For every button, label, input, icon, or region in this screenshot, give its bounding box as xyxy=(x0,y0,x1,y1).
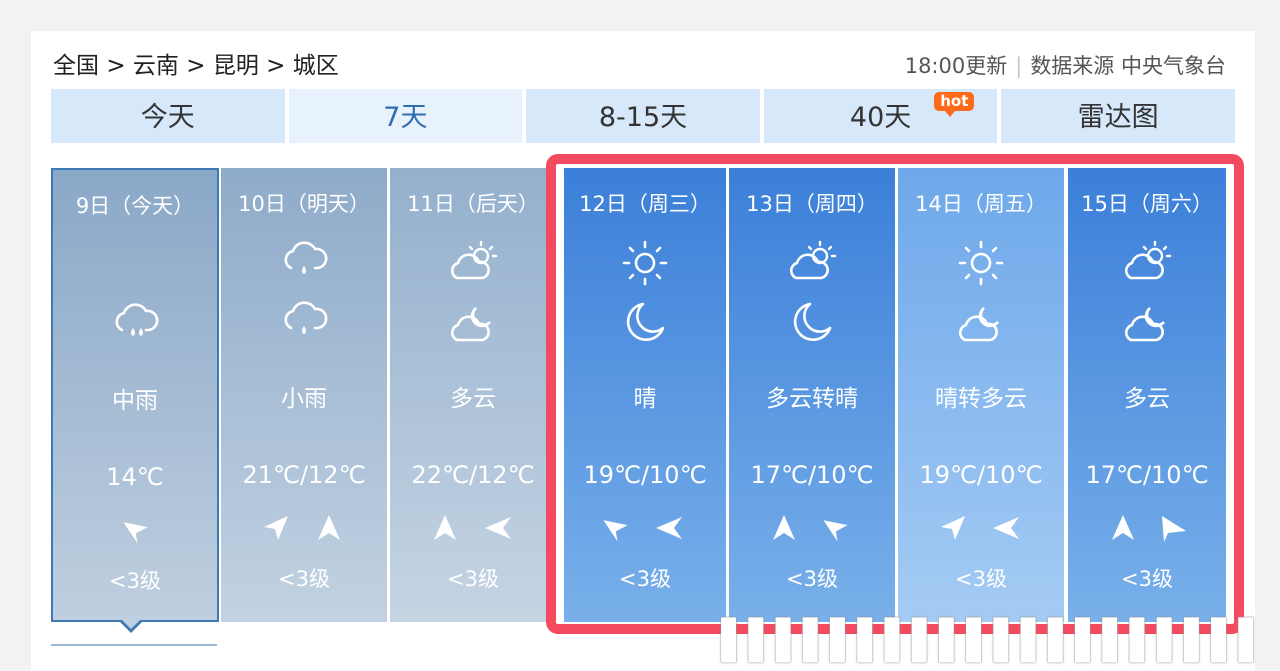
cloudy-moon-icon xyxy=(450,307,491,342)
wind-level: <3级 xyxy=(447,567,499,591)
arrow-up-icon xyxy=(434,515,456,540)
day-condition: 晴 xyxy=(633,386,657,412)
day-card[interactable]: 11日（后天） 多云 22℃/12℃ <3级 xyxy=(390,168,556,622)
breadcrumb-item-country[interactable]: 全国 xyxy=(53,53,99,79)
wind-directions xyxy=(1068,513,1226,543)
cloudy-moon-icon xyxy=(958,307,999,342)
wind-directions xyxy=(729,513,895,543)
tab-today[interactable]: 今天 xyxy=(51,89,285,143)
wind-directions xyxy=(390,513,556,543)
tab-label: 8-15天 xyxy=(598,102,688,133)
breadcrumb-item-province[interactable]: 云南 xyxy=(133,53,179,79)
breadcrumb: 全国 > 云南 > 昆明 > 城区 xyxy=(53,50,339,82)
tab-radar[interactable]: 雷达图 xyxy=(1001,89,1235,143)
arrow-right-icon xyxy=(123,522,148,544)
tab-label: 7天 xyxy=(383,102,428,133)
cloudy-sun-icon xyxy=(450,240,498,280)
wind-level: <3级 xyxy=(619,567,671,591)
breadcrumb-separator: > xyxy=(266,53,286,79)
cloudy-sun-icon xyxy=(1124,240,1172,280)
tab-label: 雷达图 xyxy=(1077,102,1159,133)
day-temperature: 17℃/10℃ xyxy=(1085,461,1209,489)
wind-level: <3级 xyxy=(955,567,1007,591)
arrow-left-icon xyxy=(656,517,682,539)
day-condition: 晴转多云 xyxy=(935,386,1027,412)
day-temperature: 22℃/12℃ xyxy=(411,461,535,489)
day-condition: 多云转晴 xyxy=(766,386,858,412)
rain-icon xyxy=(284,301,328,334)
arrow-up-icon xyxy=(1112,515,1134,540)
update-time: 18:00更新 xyxy=(904,54,1008,78)
wind-level: <3级 xyxy=(786,567,838,591)
wind-directions xyxy=(221,513,387,543)
wind-directions xyxy=(564,513,726,543)
day-condition: 多云 xyxy=(1124,386,1170,412)
tab-7days[interactable]: 7天 xyxy=(288,89,523,143)
day-temperature: 17℃/10℃ xyxy=(750,461,874,489)
breadcrumb-item-city[interactable]: 昆明 xyxy=(213,53,259,79)
day-date: 9日（今天） xyxy=(75,194,195,218)
forecast-tabs: 今天 7天 8-15天 40天 hot 雷达图 xyxy=(51,89,1235,143)
day-condition: 中雨 xyxy=(112,388,158,414)
day-date: 14日（周五） xyxy=(915,192,1047,216)
arrow-up-icon xyxy=(773,515,795,540)
day-card[interactable]: 12日（周三） 晴 19℃/10℃ <3级 xyxy=(564,168,726,622)
day-card[interactable]: 15日（周六） 多云 17℃/10℃ <3级 xyxy=(1068,168,1226,622)
update-meta: 18:00更新 | 数据来源 中央气象台 xyxy=(905,50,1226,82)
data-source: 数据来源 中央气象台 xyxy=(1030,54,1226,78)
tab-label: 40天 xyxy=(849,102,912,133)
breadcrumb-item-district: 城区 xyxy=(292,53,339,79)
wind-directions xyxy=(898,513,1064,543)
moon-icon xyxy=(626,302,665,341)
day-condition: 多云 xyxy=(450,386,496,412)
selected-day-pointer xyxy=(118,618,144,633)
wind-level: <3级 xyxy=(109,569,161,593)
rain-icon xyxy=(115,303,159,336)
day-date: 12日（周三） xyxy=(579,192,711,216)
day-card[interactable]: 14日（周五） 晴转多云 19℃/10℃ <3级 xyxy=(898,168,1064,622)
sun-icon xyxy=(958,240,1004,286)
rain-icon xyxy=(284,241,328,274)
day-condition: 小雨 xyxy=(281,386,327,412)
cloudy-moon-icon xyxy=(1124,307,1165,342)
day-temperature: 14℃ xyxy=(106,463,164,491)
tab-40days[interactable]: 40天 hot xyxy=(763,89,998,143)
arrow-upright-icon xyxy=(941,516,965,540)
arrow-downright-icon xyxy=(1162,516,1186,542)
day-date: 10日（明天） xyxy=(238,192,370,216)
wind-directions xyxy=(53,515,217,545)
cloudy-sun-icon xyxy=(789,240,837,280)
day-card[interactable]: 10日（明天） 小雨 21℃/12℃ <3级 xyxy=(221,168,387,622)
wind-level: <3级 xyxy=(1121,567,1173,591)
sun-icon xyxy=(622,240,668,286)
arrow-left-icon xyxy=(485,517,511,539)
wind-level: <3级 xyxy=(278,567,330,591)
day-temperature: 19℃/10℃ xyxy=(583,461,707,489)
arrow-left-icon xyxy=(993,517,1019,539)
tab-8-15days[interactable]: 8-15天 xyxy=(526,89,760,143)
arrow-right-icon xyxy=(603,520,628,542)
day-date: 15日（周六） xyxy=(1081,192,1213,216)
meta-divider: | xyxy=(1015,54,1023,78)
day-temperature: 21℃/12℃ xyxy=(242,461,366,489)
day-date: 13日（周四） xyxy=(746,192,878,216)
day-date: 11日（后天） xyxy=(407,192,539,216)
arrow-upright-icon xyxy=(264,516,288,540)
tab-label: 今天 xyxy=(140,102,195,133)
day-card[interactable]: 13日（周四） 多云转晴 17℃/10℃ <3级 xyxy=(729,168,895,622)
hot-badge: hot xyxy=(934,92,975,117)
day-card[interactable]: 9日（今天） 中雨 14℃ <3级 xyxy=(51,168,219,622)
watermark-icon: ▌▌▌▌▌▌▌▌▌▌▌▌▌▌▌▌▌▌▌▌ xyxy=(721,618,1268,662)
breadcrumb-separator: > xyxy=(186,53,206,79)
arrow-up-icon xyxy=(318,515,340,540)
arrow-right-icon xyxy=(823,520,848,542)
breadcrumb-separator: > xyxy=(106,53,126,79)
selected-day-underline xyxy=(51,644,217,646)
moon-icon xyxy=(793,302,832,341)
day-temperature: 19℃/10℃ xyxy=(919,461,1043,489)
